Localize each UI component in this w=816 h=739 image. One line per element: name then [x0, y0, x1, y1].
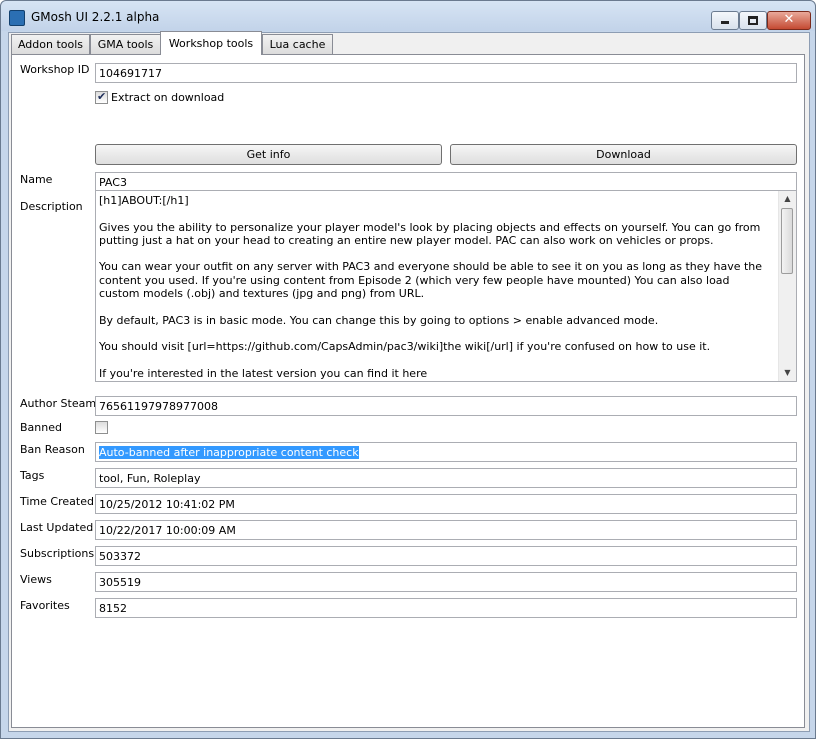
ban-reason-selected-text: Auto-banned after inappropriate content …	[99, 446, 359, 459]
workshop-tools-panel: Workshop ID 104691717 ✔ Extract on downl…	[11, 54, 805, 728]
time-created-label: Time Created	[20, 495, 94, 508]
author-steam-input[interactable]: 76561197978977008	[95, 396, 797, 416]
name-input[interactable]: PAC3	[95, 172, 797, 192]
description-text: [h1]ABOUT:[/h1] Gives you the ability to…	[99, 194, 771, 381]
get-info-button[interactable]: Get info	[95, 144, 442, 165]
tab-addon-tools[interactable]: Addon tools	[11, 34, 90, 54]
scroll-thumb[interactable]	[781, 208, 793, 274]
last-updated-label: Last Updated	[20, 521, 94, 534]
window-title: GMosh UI 2.2.1 alpha	[31, 10, 160, 24]
checkmark-icon: ✔	[97, 90, 107, 103]
last-updated-input[interactable]: 10/22/2017 10:00:09 AM	[95, 520, 797, 540]
description-paragraph: Gives you the ability to personalize you…	[99, 220, 761, 247]
description-paragraph: [h1]ABOUT:[/h1]	[99, 194, 189, 207]
subscriptions-input[interactable]: 503372	[95, 546, 797, 566]
scroll-down-icon[interactable]: ▼	[779, 365, 796, 381]
description-textarea[interactable]: [h1]ABOUT:[/h1] Gives you the ability to…	[95, 190, 797, 382]
description-scrollbar[interactable]: ▲ ▼	[778, 191, 796, 381]
time-created-input[interactable]: 10/25/2012 10:41:02 PM	[95, 494, 797, 514]
ban-reason-input[interactable]: Auto-banned after inappropriate content …	[95, 442, 797, 462]
banned-label: Banned	[20, 421, 62, 434]
download-button[interactable]: Download	[450, 144, 797, 165]
extract-checkbox[interactable]: ✔	[95, 90, 108, 104]
views-label: Views	[20, 573, 52, 586]
views-input[interactable]: 305519	[95, 572, 797, 592]
main-area: Addon tools GMA tools Workshop tools Lua…	[8, 31, 810, 732]
extract-checkbox-label[interactable]: Extract on download	[111, 91, 224, 104]
description-label: Description	[20, 200, 83, 213]
tab-workshop-tools[interactable]: Workshop tools	[160, 31, 262, 55]
maximize-icon	[748, 16, 758, 25]
tags-input[interactable]: tool, Fun, Roleplay	[95, 468, 797, 488]
workshop-id-label: Workshop ID	[20, 63, 90, 76]
banned-checkbox[interactable]	[95, 421, 108, 434]
description-paragraph: You can wear your outfit on any server w…	[99, 260, 763, 301]
scroll-up-icon[interactable]: ▲	[779, 191, 796, 207]
description-paragraph: By default, PAC3 is in basic mode. You c…	[99, 313, 659, 327]
tab-gma-tools[interactable]: GMA tools	[90, 34, 161, 54]
ban-reason-label: Ban Reason	[20, 443, 85, 456]
workshop-id-input[interactable]: 104691717	[95, 63, 797, 83]
close-icon: ✕	[783, 12, 795, 27]
tab-lua-cache[interactable]: Lua cache	[262, 34, 333, 54]
minimize-button[interactable]	[711, 11, 739, 30]
name-label: Name	[20, 173, 53, 186]
description-paragraph: If you're interested in the latest versi…	[99, 366, 428, 380]
title-bar[interactable]: GMosh UI 2.2.1 alpha ✕	[1, 1, 815, 31]
close-button[interactable]: ✕	[767, 11, 811, 30]
tags-label: Tags	[20, 469, 45, 482]
author-steam-label: Author Steam	[20, 397, 97, 410]
subscriptions-label: Subscriptions	[20, 547, 95, 560]
maximize-button[interactable]	[739, 11, 767, 30]
minimize-icon	[721, 21, 729, 24]
app-icon	[9, 10, 25, 26]
favorites-label: Favorites	[20, 599, 70, 612]
app-window: GMosh UI 2.2.1 alpha ✕ Addon tools GMA t…	[0, 0, 816, 739]
favorites-input[interactable]: 8152	[95, 598, 797, 618]
description-paragraph: You should visit [url=https://github.com…	[99, 340, 711, 354]
